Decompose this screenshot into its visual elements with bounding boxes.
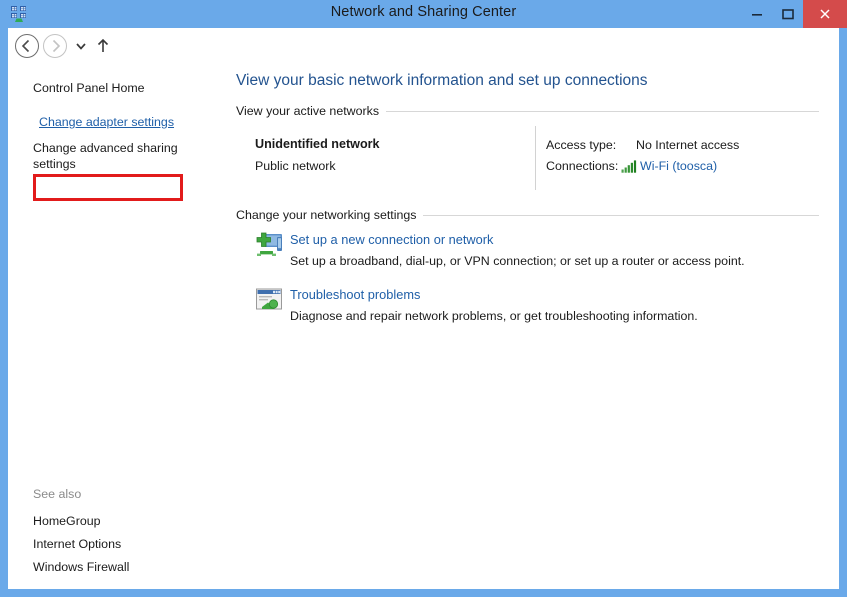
recent-locations-button[interactable]	[72, 34, 90, 58]
new-connection-icon	[254, 230, 284, 260]
close-icon	[820, 9, 830, 19]
see-also-label: See also	[33, 487, 82, 501]
sidebar: Control Panel Home Change adapter settin…	[8, 64, 218, 589]
navigation-bar: « All Control Panel Items ▸ Network and …	[8, 28, 839, 86]
maximize-button[interactable]	[772, 0, 803, 28]
page-title: View your basic network information and …	[236, 72, 648, 89]
section-header-networking-settings: Change your networking settings	[236, 208, 424, 222]
section-header-active-networks: View your active networks	[236, 104, 387, 118]
active-network-name: Unidentified network	[255, 137, 380, 151]
task-description-set-up-new-connection: Set up a broadband, dial-up, or VPN conn…	[290, 254, 745, 268]
see-also-list: HomeGroup Internet Options Windows Firew…	[33, 510, 213, 579]
see-also-item-windows-firewall[interactable]: Windows Firewall	[33, 556, 213, 579]
highlight-annotation-box	[33, 174, 183, 201]
back-arrow-icon	[21, 39, 30, 53]
troubleshoot-icon	[254, 285, 284, 315]
forward-arrow-icon	[52, 39, 61, 53]
chevron-down-icon	[76, 43, 86, 50]
back-button[interactable]	[15, 34, 39, 58]
connections-value-link[interactable]: Wi-Fi (toosca)	[640, 159, 717, 173]
see-also-item-internet-options[interactable]: Internet Options	[33, 533, 213, 556]
task-description-troubleshoot-problems: Diagnose and repair network problems, or…	[290, 309, 698, 323]
client-area: Control Panel Home Change adapter settin…	[8, 64, 839, 589]
forward-button[interactable]	[43, 34, 67, 58]
task-link-troubleshoot-problems[interactable]: Troubleshoot problems	[290, 287, 420, 302]
minimize-icon	[751, 14, 762, 16]
active-network-type: Public network	[255, 159, 336, 173]
main-content: View your basic network information and …	[218, 64, 839, 589]
access-type-label: Access type:	[546, 138, 617, 152]
title-bar: Network and Sharing Center	[0, 0, 847, 28]
close-button[interactable]	[803, 0, 847, 28]
vertical-divider	[535, 126, 536, 190]
connections-label: Connections:	[546, 159, 619, 173]
wifi-signal-icon	[621, 160, 637, 173]
access-type-value: No Internet access	[636, 138, 740, 152]
minimize-button[interactable]	[741, 0, 772, 28]
up-button[interactable]	[93, 34, 113, 58]
window-title: Network and Sharing Center	[330, 4, 517, 20]
network-sharing-center-window: Network and Sharing Center Search Contro…	[0, 0, 847, 597]
task-link-set-up-new-connection[interactable]: Set up a new connection or network	[290, 232, 493, 247]
see-also-item-homegroup[interactable]: HomeGroup	[33, 510, 213, 533]
up-arrow-icon	[97, 38, 109, 52]
sidebar-item-change-advanced-sharing-settings[interactable]: Change advanced sharing settings	[33, 140, 193, 172]
maximize-icon	[781, 9, 794, 20]
sidebar-item-control-panel-home[interactable]: Control Panel Home	[33, 81, 145, 95]
sidebar-item-change-adapter-settings[interactable]: Change adapter settings	[39, 115, 174, 129]
